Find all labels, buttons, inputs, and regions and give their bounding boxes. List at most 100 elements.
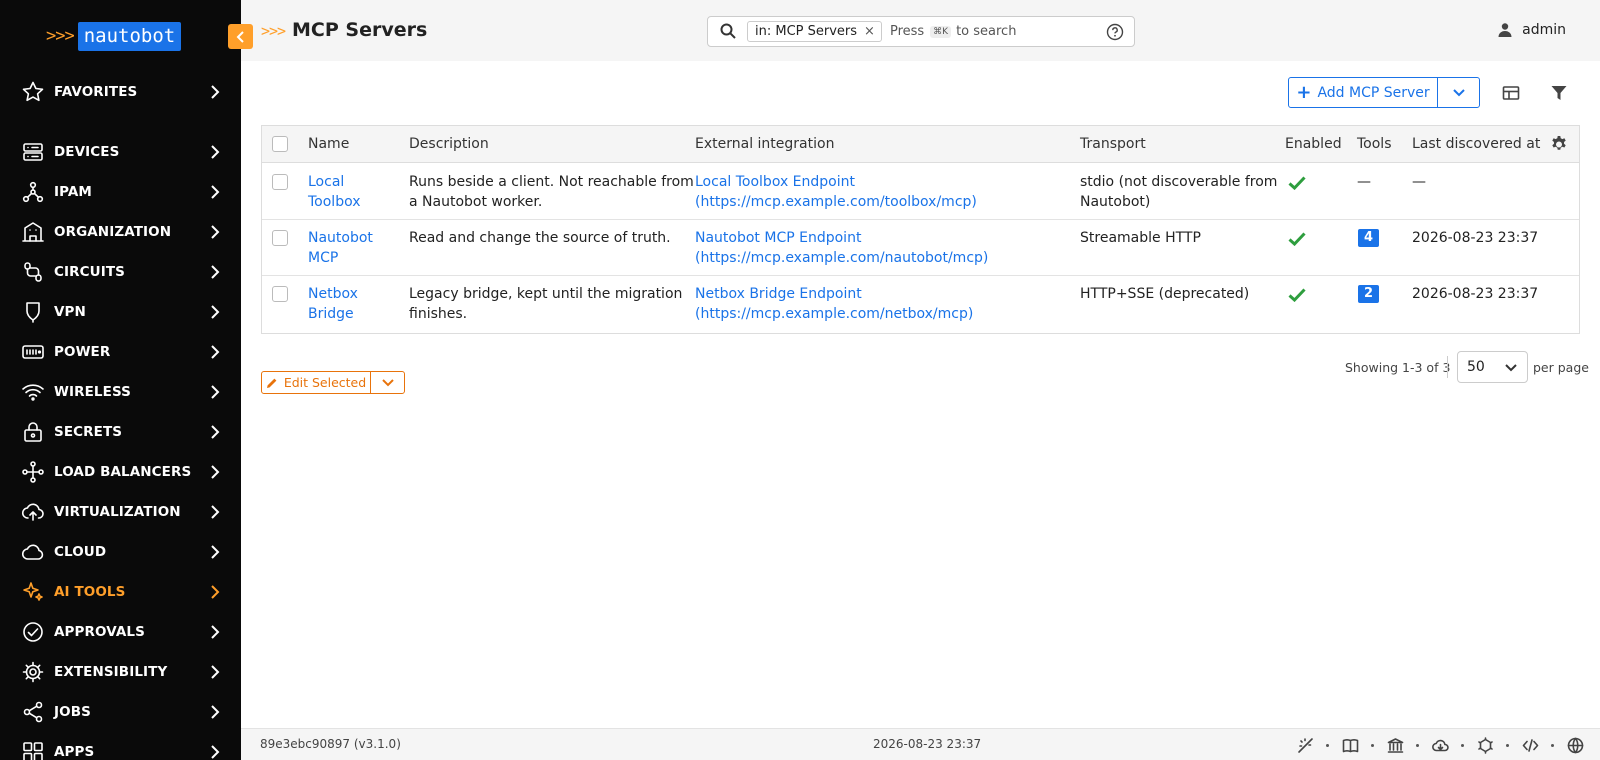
logo-chevrons: >>> — [46, 26, 75, 46]
help-icon[interactable] — [1106, 23, 1124, 41]
select-all-checkbox[interactable] — [272, 136, 288, 152]
sidebar-item-label: IPAM — [54, 184, 92, 200]
last-discovered-value: — — [1412, 174, 1426, 190]
cloud-icon — [20, 539, 46, 565]
column-header-enabled[interactable]: Enabled — [1285, 136, 1342, 152]
sidebar-item-vpn[interactable]: VPN — [0, 292, 241, 332]
chevron-down-icon — [381, 378, 394, 386]
column-header-transport[interactable]: Transport — [1080, 136, 1146, 152]
row-checkbox[interactable] — [272, 286, 288, 302]
add-mcp-server-button[interactable]: + Add MCP Server — [1288, 77, 1438, 108]
collapse-sidebar-button[interactable] — [228, 24, 253, 49]
sidebar-item-label: FAVORITES — [54, 84, 138, 100]
pencil-icon — [266, 378, 277, 388]
search-scope-chip[interactable]: in: MCP Servers × — [747, 21, 882, 42]
sidebar-item-label: CIRCUITS — [54, 264, 125, 280]
cloud-download-icon[interactable] — [1431, 736, 1449, 754]
sidebar-item-devices[interactable]: DEVICES — [0, 132, 241, 172]
server-description: Runs beside a client. Not reachable from… — [409, 174, 694, 210]
user-icon — [1498, 23, 1512, 37]
power-strip-icon — [20, 339, 46, 365]
building-icon — [20, 219, 46, 245]
search-scope-label: in: MCP Servers — [755, 24, 858, 39]
sidebar-item-apps[interactable]: APPS — [0, 732, 241, 760]
column-header-external-integration[interactable]: External integration — [695, 136, 834, 152]
add-dropdown-toggle[interactable] — [1437, 77, 1480, 108]
sidebar-item-ipam[interactable]: IPAM — [0, 172, 241, 212]
column-header-tools[interactable]: Tools — [1357, 136, 1392, 152]
column-header-description[interactable]: Description — [409, 136, 489, 152]
table-config-icon[interactable] — [1500, 82, 1522, 104]
chevron-right-icon — [205, 624, 225, 640]
sidebar-item-ai-tools[interactable]: AI TOOLS — [0, 572, 241, 612]
sidebar-item-secrets[interactable]: SECRETS — [0, 412, 241, 452]
filter-icon[interactable] — [1548, 82, 1570, 104]
table-header: Name Description External integration Tr… — [262, 126, 1579, 163]
sidebar-item-extensibility[interactable]: EXTENSIBILITY — [0, 652, 241, 692]
footer-separator — [1506, 743, 1509, 747]
docs-book-icon[interactable] — [1341, 736, 1359, 754]
chevron-right-icon — [205, 144, 225, 160]
sidebar-item-label: POWER — [54, 344, 111, 360]
footer-separator — [1371, 743, 1374, 747]
sidebar-item-jobs[interactable]: JOBS — [0, 692, 241, 732]
transport-value: HTTP+SSE (deprecated) — [1080, 286, 1250, 302]
load-balancer-icon — [20, 459, 46, 485]
sidebar-item-circuits[interactable]: CIRCUITS — [0, 252, 241, 292]
search-icon — [720, 23, 738, 41]
column-header-name[interactable]: Name — [308, 136, 349, 152]
server-name-link[interactable]: Local Toolbox — [308, 172, 361, 212]
user-menu[interactable]: admin — [1497, 22, 1566, 38]
close-icon[interactable]: × — [864, 24, 875, 39]
external-integration-link[interactable]: Nautobot MCP Endpoint (https://mcp.exampl… — [695, 228, 988, 268]
external-integration-link[interactable]: Netbox Bridge Endpoint (https://mcp.examp… — [695, 284, 973, 324]
search-bar[interactable]: in: MCP Servers × Press ⌘K to search — [707, 16, 1135, 47]
sidebar-item-approvals[interactable]: APPROVALS — [0, 612, 241, 652]
username: admin — [1522, 22, 1566, 38]
page-title: MCP Servers — [292, 19, 428, 41]
nautobot-logo[interactable]: >>> nautobot — [0, 0, 241, 72]
server-name-link[interactable]: Netbox Bridge — [308, 284, 358, 324]
chevron-right-icon — [205, 744, 225, 760]
footer-separator — [1326, 743, 1329, 747]
sidebar-item-wireless[interactable]: WIRELESS — [0, 372, 241, 412]
server-icon — [20, 139, 46, 165]
gear-icon[interactable] — [1549, 134, 1569, 154]
sidebar: >>> nautobot FAVORITES DEVICES IPAM ORGANIZ… — [0, 0, 241, 760]
edit-selected-dropdown[interactable] — [370, 371, 405, 394]
museum-icon[interactable] — [1386, 736, 1404, 754]
column-header-last-discovered[interactable]: Last discovered at — [1412, 136, 1540, 152]
bug-icon[interactable] — [1476, 736, 1494, 754]
pagination-showing: Showing 1-3 of 3 — [1345, 360, 1451, 375]
per-page-select[interactable]: 50 — [1457, 351, 1528, 383]
table-row: Nautobot MCP Read and change the source of… — [262, 219, 1579, 276]
transport-value: Streamable HTTP — [1080, 230, 1201, 246]
edit-selected-label: Edit Selected — [283, 375, 367, 390]
search-hint-suffix: to search — [956, 24, 1017, 39]
theme-toggle-icon[interactable] — [1296, 736, 1314, 754]
external-integration-link[interactable]: Local Toolbox Endpoint (https://mcp.examp… — [695, 172, 977, 212]
sidebar-item-label: APPS — [54, 744, 95, 760]
keyboard-shortcut: ⌘K — [930, 25, 952, 38]
per-page-label: per page — [1533, 360, 1589, 375]
server-name-link[interactable]: Nautobot MCP — [308, 228, 373, 268]
sidebar-item-virtualization[interactable]: VIRTUALIZATION — [0, 492, 241, 532]
footer-timestamp: 2026-08-23 23:37 — [873, 737, 982, 751]
code-icon[interactable] — [1521, 736, 1539, 754]
row-checkbox[interactable] — [272, 230, 288, 246]
sidebar-item-label: WIRELESS — [54, 384, 131, 400]
per-page-value: 50 — [1467, 359, 1485, 375]
sidebar-item-favorites[interactable]: FAVORITES — [0, 72, 241, 112]
sidebar-item-cloud[interactable]: CLOUD — [0, 532, 241, 572]
sidebar-item-label: SECRETS — [54, 424, 123, 440]
edit-selected-button[interactable]: Edit Selected — [261, 371, 371, 394]
chevron-right-icon — [205, 304, 225, 320]
row-checkbox[interactable] — [272, 174, 288, 190]
sidebar-item-power[interactable]: POWER — [0, 332, 241, 372]
sidebar-item-label: EXTENSIBILITY — [54, 664, 168, 680]
sidebar-item-load-balancers[interactable]: LOAD BALANCERS — [0, 452, 241, 492]
server-description: Legacy bridge, kept until the migration f… — [409, 286, 683, 322]
sidebar-item-organization[interactable]: ORGANIZATION — [0, 212, 241, 252]
globe-icon[interactable] — [1566, 736, 1584, 754]
chevron-right-icon — [205, 424, 225, 440]
